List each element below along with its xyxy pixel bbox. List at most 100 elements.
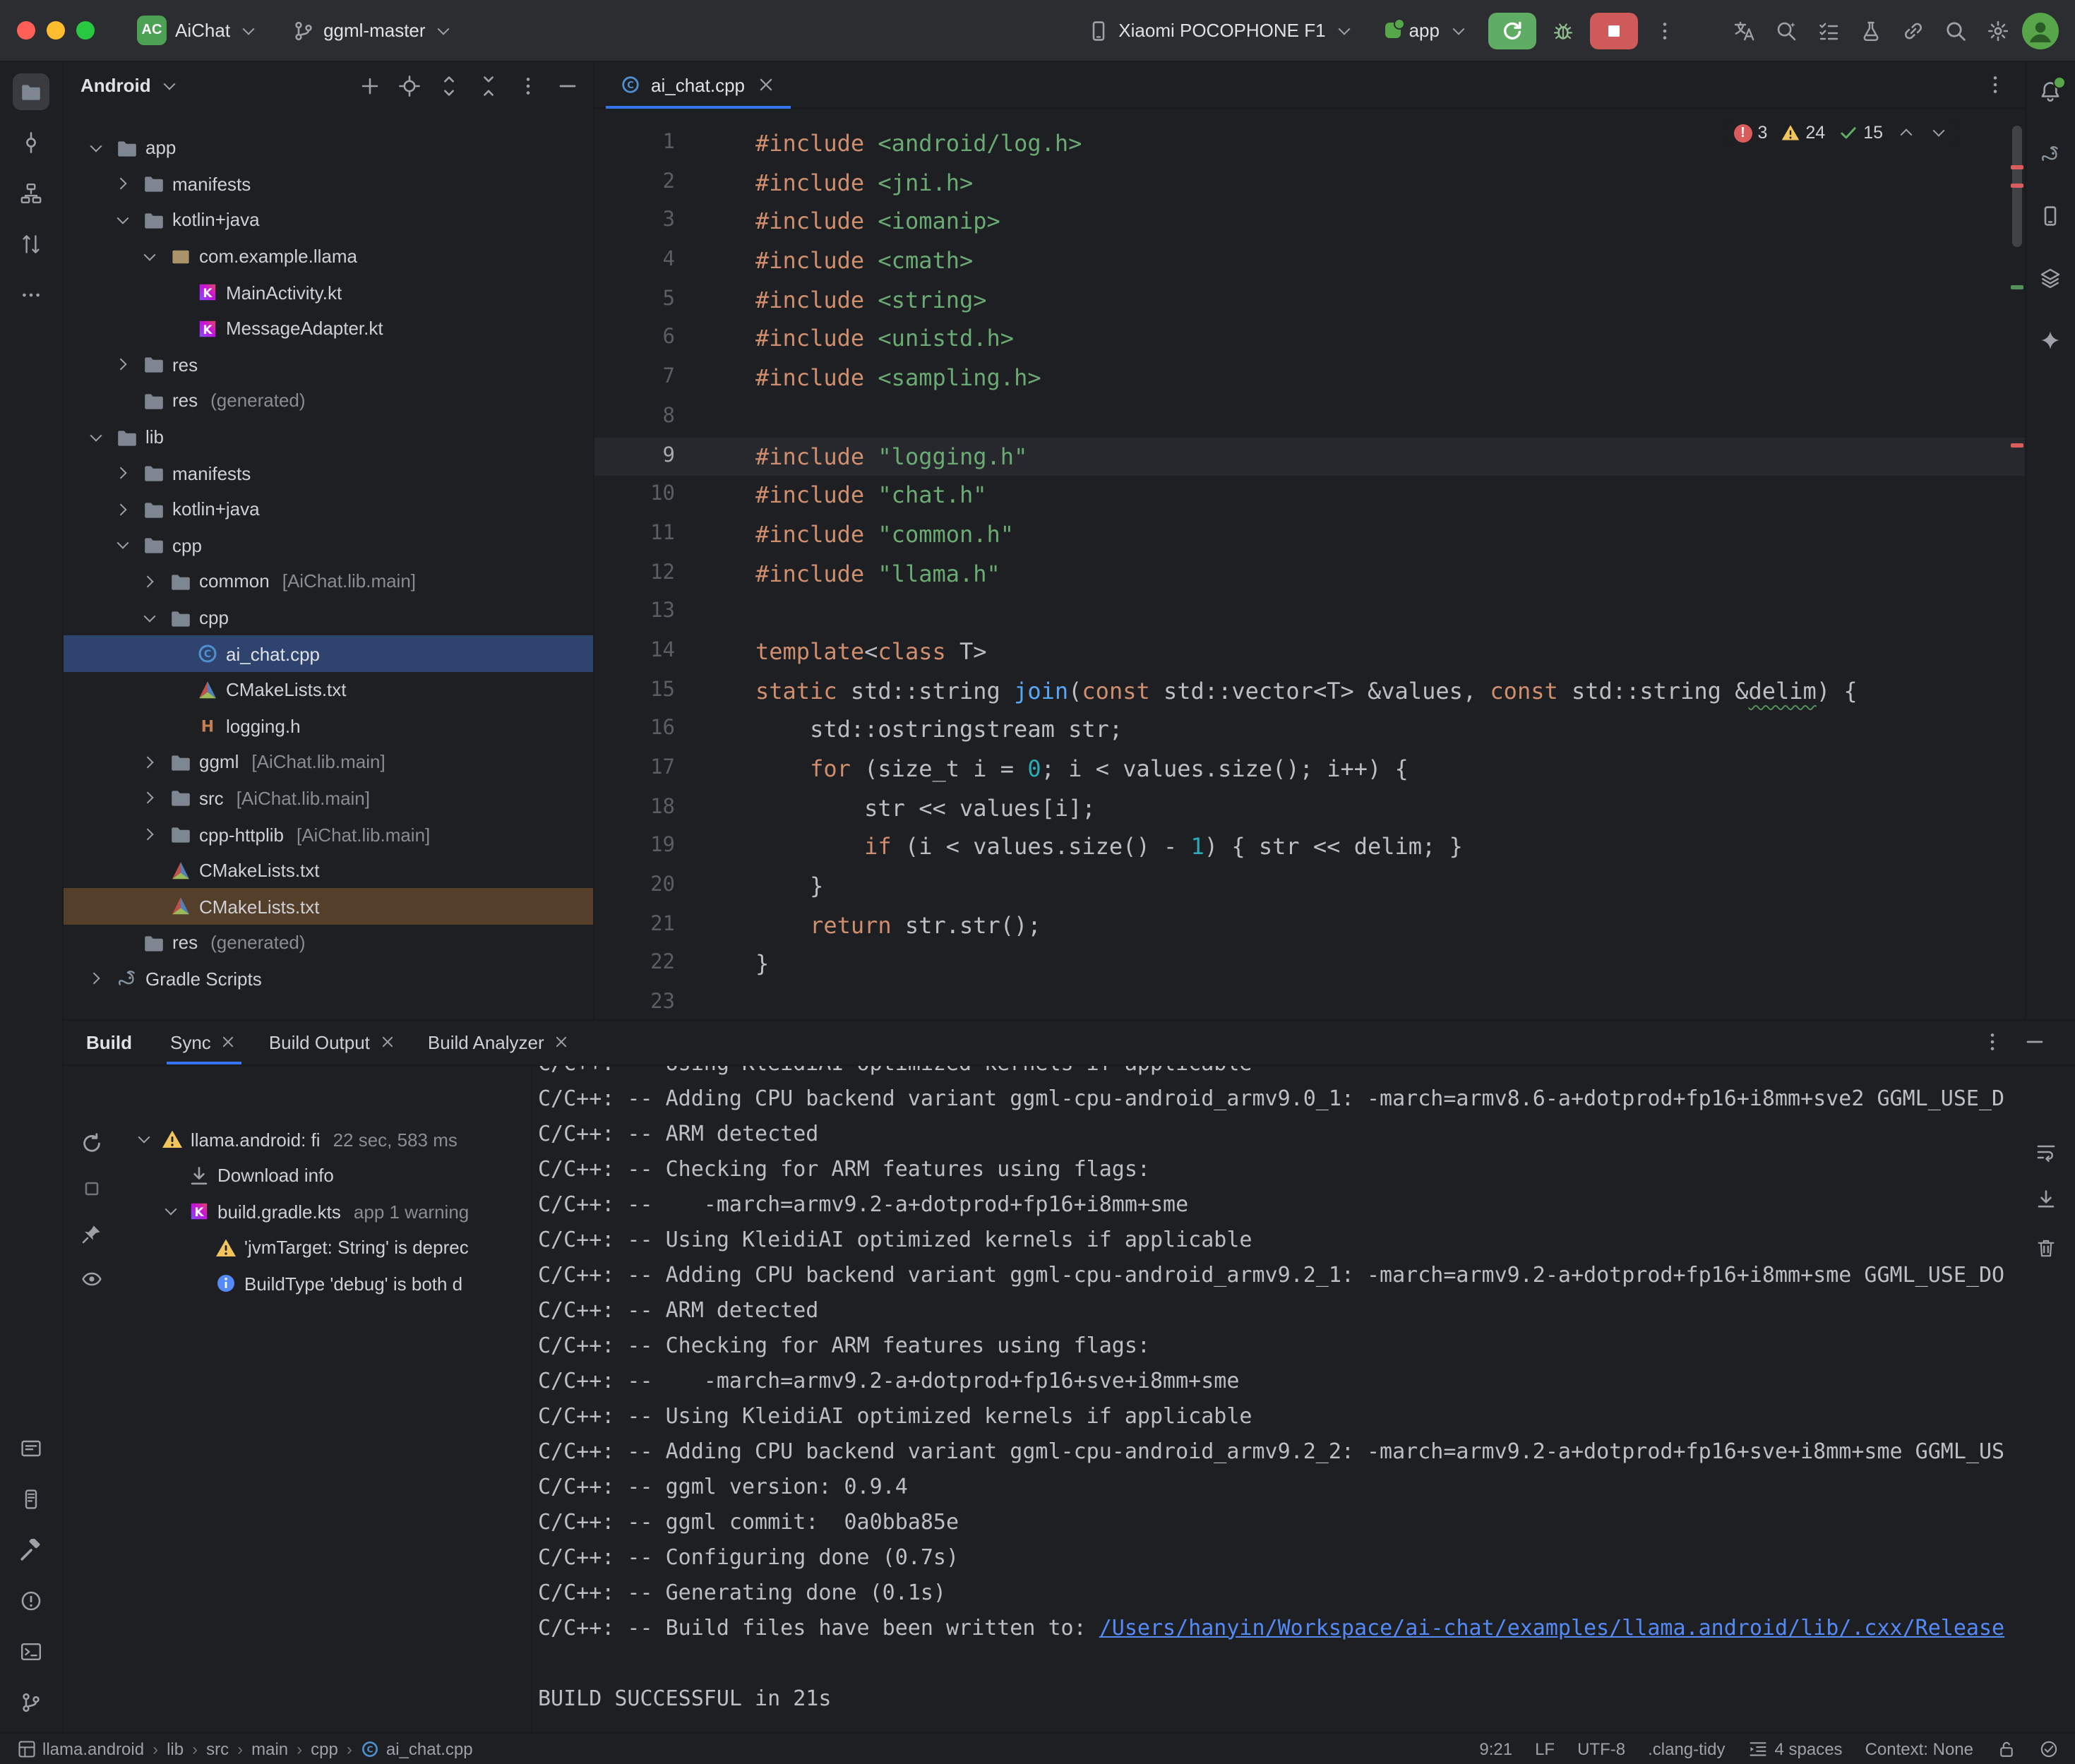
chevron-right-icon[interactable] — [110, 355, 136, 375]
line-number[interactable]: 23 — [594, 984, 675, 1019]
experiments-button[interactable] — [1852, 12, 1889, 49]
chevron-right-icon[interactable] — [110, 174, 136, 194]
soft-wrap-button[interactable] — [2027, 1133, 2064, 1170]
warnings-count[interactable]: 24 — [1780, 123, 1825, 143]
hide-build-panel-button[interactable] — [2016, 1024, 2052, 1060]
clang-tidy-widget[interactable]: .clang-tidy — [1648, 1739, 1725, 1758]
minimize-window-button[interactable] — [47, 21, 65, 40]
more-run-options-button[interactable] — [1646, 12, 1682, 49]
line-number[interactable]: 14 — [594, 632, 675, 671]
build-console[interactable]: C/C++: -- Using KleidiAI optimized kerne… — [532, 1065, 2075, 1732]
breadcrumb-item-ai-chat-cpp[interactable]: Cai_chat.cpp — [361, 1739, 473, 1758]
chevron-right-icon[interactable] — [137, 752, 162, 772]
tree-item-ggml[interactable]: ggml[AiChat.lib.main] — [64, 744, 593, 780]
debug-button[interactable] — [1544, 12, 1581, 49]
run-configuration-selector[interactable]: app — [1374, 14, 1479, 47]
passed-count[interactable]: 15 — [1838, 123, 1883, 143]
chevron-right-icon[interactable] — [83, 969, 109, 989]
task-list-button[interactable] — [1810, 12, 1846, 49]
chevron-right-icon[interactable] — [137, 572, 162, 592]
user-avatar[interactable] — [2021, 12, 2058, 49]
build-tab-sync[interactable]: Sync — [157, 1020, 251, 1064]
show-execution-button[interactable] — [73, 1260, 110, 1297]
toolstripe-project-button[interactable] — [13, 73, 49, 110]
new-file-button[interactable] — [353, 68, 387, 102]
toolstripe-gradle-button[interactable] — [2032, 136, 2069, 172]
tree-item-messageadapter-kt[interactable]: KMessageAdapter.kt — [64, 311, 593, 347]
line-number[interactable]: 13 — [594, 594, 675, 632]
error-stripe-mark[interactable] — [2010, 184, 2023, 188]
toolstripe-commit-button[interactable] — [13, 124, 49, 161]
toolstripe-pull-requests-button[interactable] — [13, 226, 49, 263]
build-tab-build-analyzer[interactable]: Build Analyzer — [415, 1020, 584, 1064]
line-number[interactable]: 19 — [594, 828, 675, 867]
editor-tab-ai-chat-cpp[interactable]: C ai_chat.cpp — [606, 62, 790, 107]
chevron-down-icon[interactable] — [83, 138, 109, 158]
line-number[interactable]: 8 — [594, 398, 675, 437]
line-number[interactable]: 7 — [594, 359, 675, 397]
tree-item-cpp[interactable]: cpp — [64, 599, 593, 635]
pin-tab-button[interactable] — [73, 1215, 110, 1252]
chevron-down-icon[interactable] — [137, 246, 162, 266]
tree-item-manifests[interactable]: manifests — [64, 455, 593, 491]
build-tab-build-output[interactable]: Build Output — [256, 1020, 409, 1064]
toolstripe-terminal-button[interactable] — [13, 1633, 49, 1669]
editor-tab-options-button[interactable] — [1976, 66, 2013, 103]
tree-item-cpp[interactable]: cpp — [64, 527, 593, 563]
tree-item-lib[interactable]: lib — [64, 419, 593, 455]
line-number[interactable]: 20 — [594, 867, 675, 906]
context-widget[interactable]: Context: None — [1865, 1739, 1973, 1758]
settings-button[interactable] — [1979, 12, 2016, 49]
translate-button[interactable] — [1725, 12, 1762, 49]
toolstripe-device-explorer-button[interactable] — [13, 1480, 49, 1517]
breadcrumb-item-llama-android[interactable]: llama.android — [17, 1739, 144, 1758]
tree-item-mainactivity-kt[interactable]: KMainActivity.kt — [64, 275, 593, 311]
build-tree-item-build-gradle-kts[interactable]: Kbuild.gradle.ktsapp 1 warning — [120, 1194, 531, 1230]
tree-item-ai-chat-cpp[interactable]: Cai_chat.cpp — [64, 636, 593, 672]
line-number[interactable]: 1 — [594, 124, 675, 163]
chevron-right-icon[interactable] — [110, 463, 136, 483]
line-number[interactable]: 6 — [594, 320, 675, 359]
tree-item-kotlin-java[interactable]: kotlin+java — [64, 202, 593, 238]
tree-item-app[interactable]: app — [64, 130, 593, 166]
line-number[interactable]: 22 — [594, 945, 675, 984]
project-widget[interactable]: AC AiChat — [126, 10, 270, 51]
chevron-down-icon[interactable] — [134, 1130, 154, 1150]
cursor-position-widget[interactable]: 9:21 — [1479, 1739, 1512, 1758]
tree-item-res[interactable]: res — [64, 347, 593, 383]
run-button[interactable] — [1488, 12, 1536, 49]
build-tree-item-buildtype-debug-is-both-d[interactable]: BuildType 'debug' is both d — [120, 1266, 531, 1302]
errors-count[interactable]: ! 3 — [1733, 123, 1767, 143]
line-number[interactable]: 16 — [594, 711, 675, 750]
chevron-down-icon[interactable] — [110, 210, 136, 230]
project-options-button[interactable] — [511, 68, 545, 102]
chevron-right-icon[interactable] — [137, 788, 162, 808]
stop-build-button[interactable] — [73, 1170, 110, 1206]
toolstripe-more-button[interactable] — [13, 277, 49, 313]
ide-health-widget[interactable] — [2038, 1739, 2058, 1758]
tree-item-gradle-scripts[interactable]: Gradle Scripts — [64, 961, 593, 997]
code-editor[interactable]: 1#include <android/log.h>2#include <jni.… — [594, 109, 2024, 1019]
console-file-link[interactable]: /Users/hanyin/Workspace/ai-chat/examples… — [1099, 1614, 2004, 1640]
build-window-title[interactable]: Build — [86, 1031, 132, 1052]
toolstripe-build-button[interactable] — [13, 1531, 49, 1568]
error-stripe-mark[interactable] — [2010, 443, 2023, 448]
expand-all-button[interactable] — [432, 68, 466, 102]
line-number[interactable]: 12 — [594, 554, 675, 593]
breadcrumb-item-lib[interactable]: lib — [167, 1739, 184, 1758]
breadcrumb-item-main[interactable]: main — [251, 1739, 288, 1758]
chevron-right-icon[interactable] — [110, 499, 136, 519]
ai-search-button[interactable] — [1767, 12, 1804, 49]
select-opened-file-button[interactable] — [393, 68, 426, 102]
link-button[interactable] — [1894, 12, 1931, 49]
line-number[interactable]: 21 — [594, 906, 675, 945]
fullscreen-window-button[interactable] — [76, 21, 95, 40]
line-number[interactable]: 2 — [594, 163, 675, 202]
breadcrumb-item-src[interactable]: src — [206, 1739, 229, 1758]
chevron-right-icon[interactable] — [137, 824, 162, 844]
build-tree-item-llama-android-fi[interactable]: llama.android: fi22 sec, 583 ms — [120, 1122, 531, 1158]
chevron-down-icon[interactable] — [161, 1202, 181, 1222]
device-selector[interactable]: Xiaomi POCOPHONE F1 — [1076, 13, 1365, 47]
toolstripe-logcat-button[interactable] — [13, 1429, 49, 1466]
line-number[interactable]: 10 — [594, 476, 675, 515]
